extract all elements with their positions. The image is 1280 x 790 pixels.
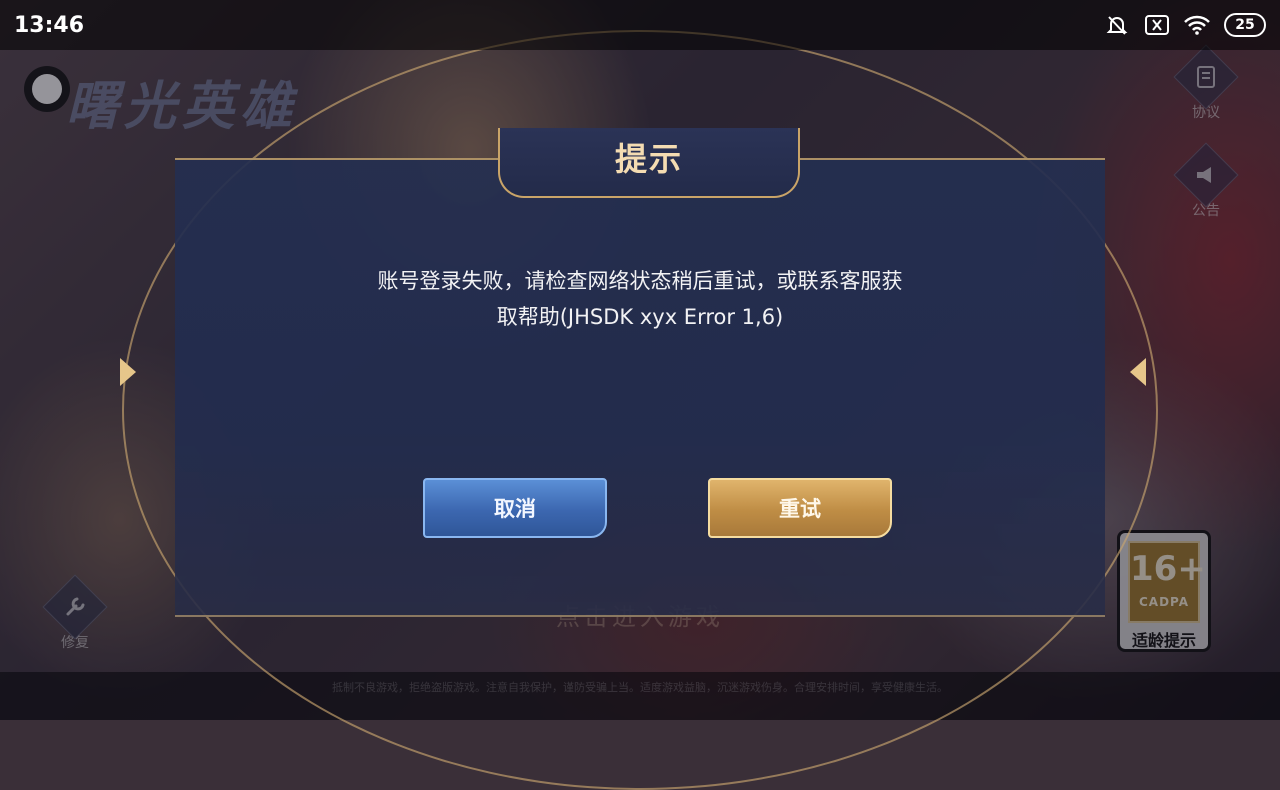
retry-button-label: 重试	[779, 497, 821, 521]
status-time: 13:46	[14, 13, 85, 38]
cancel-button-label: 取消	[494, 497, 536, 521]
left-arrow-icon	[120, 358, 136, 386]
cancel-button[interactable]: 取消	[423, 478, 607, 538]
dialog-message: 账号登录失败，请检查网络状态稍后重试，或联系客服获 取帮助(JHSDK xyx …	[300, 263, 980, 335]
dialog-message-line2: 取帮助(JHSDK xyx Error 1,6)	[496, 305, 784, 329]
status-bar: 13:46 25	[0, 0, 1280, 50]
dialog-title: 提示	[614, 140, 683, 178]
right-arrow-icon	[1130, 358, 1146, 386]
retry-button[interactable]: 重试	[708, 478, 892, 538]
bell-off-icon	[1104, 12, 1130, 38]
battery-indicator: 25	[1224, 13, 1266, 37]
sim-off-icon	[1144, 12, 1170, 38]
dialog-message-line1: 账号登录失败，请检查网络状态稍后重试，或联系客服获	[377, 269, 903, 293]
alert-dialog	[175, 158, 1105, 617]
dialog-title-plate: 提示	[498, 128, 800, 198]
wifi-icon	[1184, 12, 1210, 38]
